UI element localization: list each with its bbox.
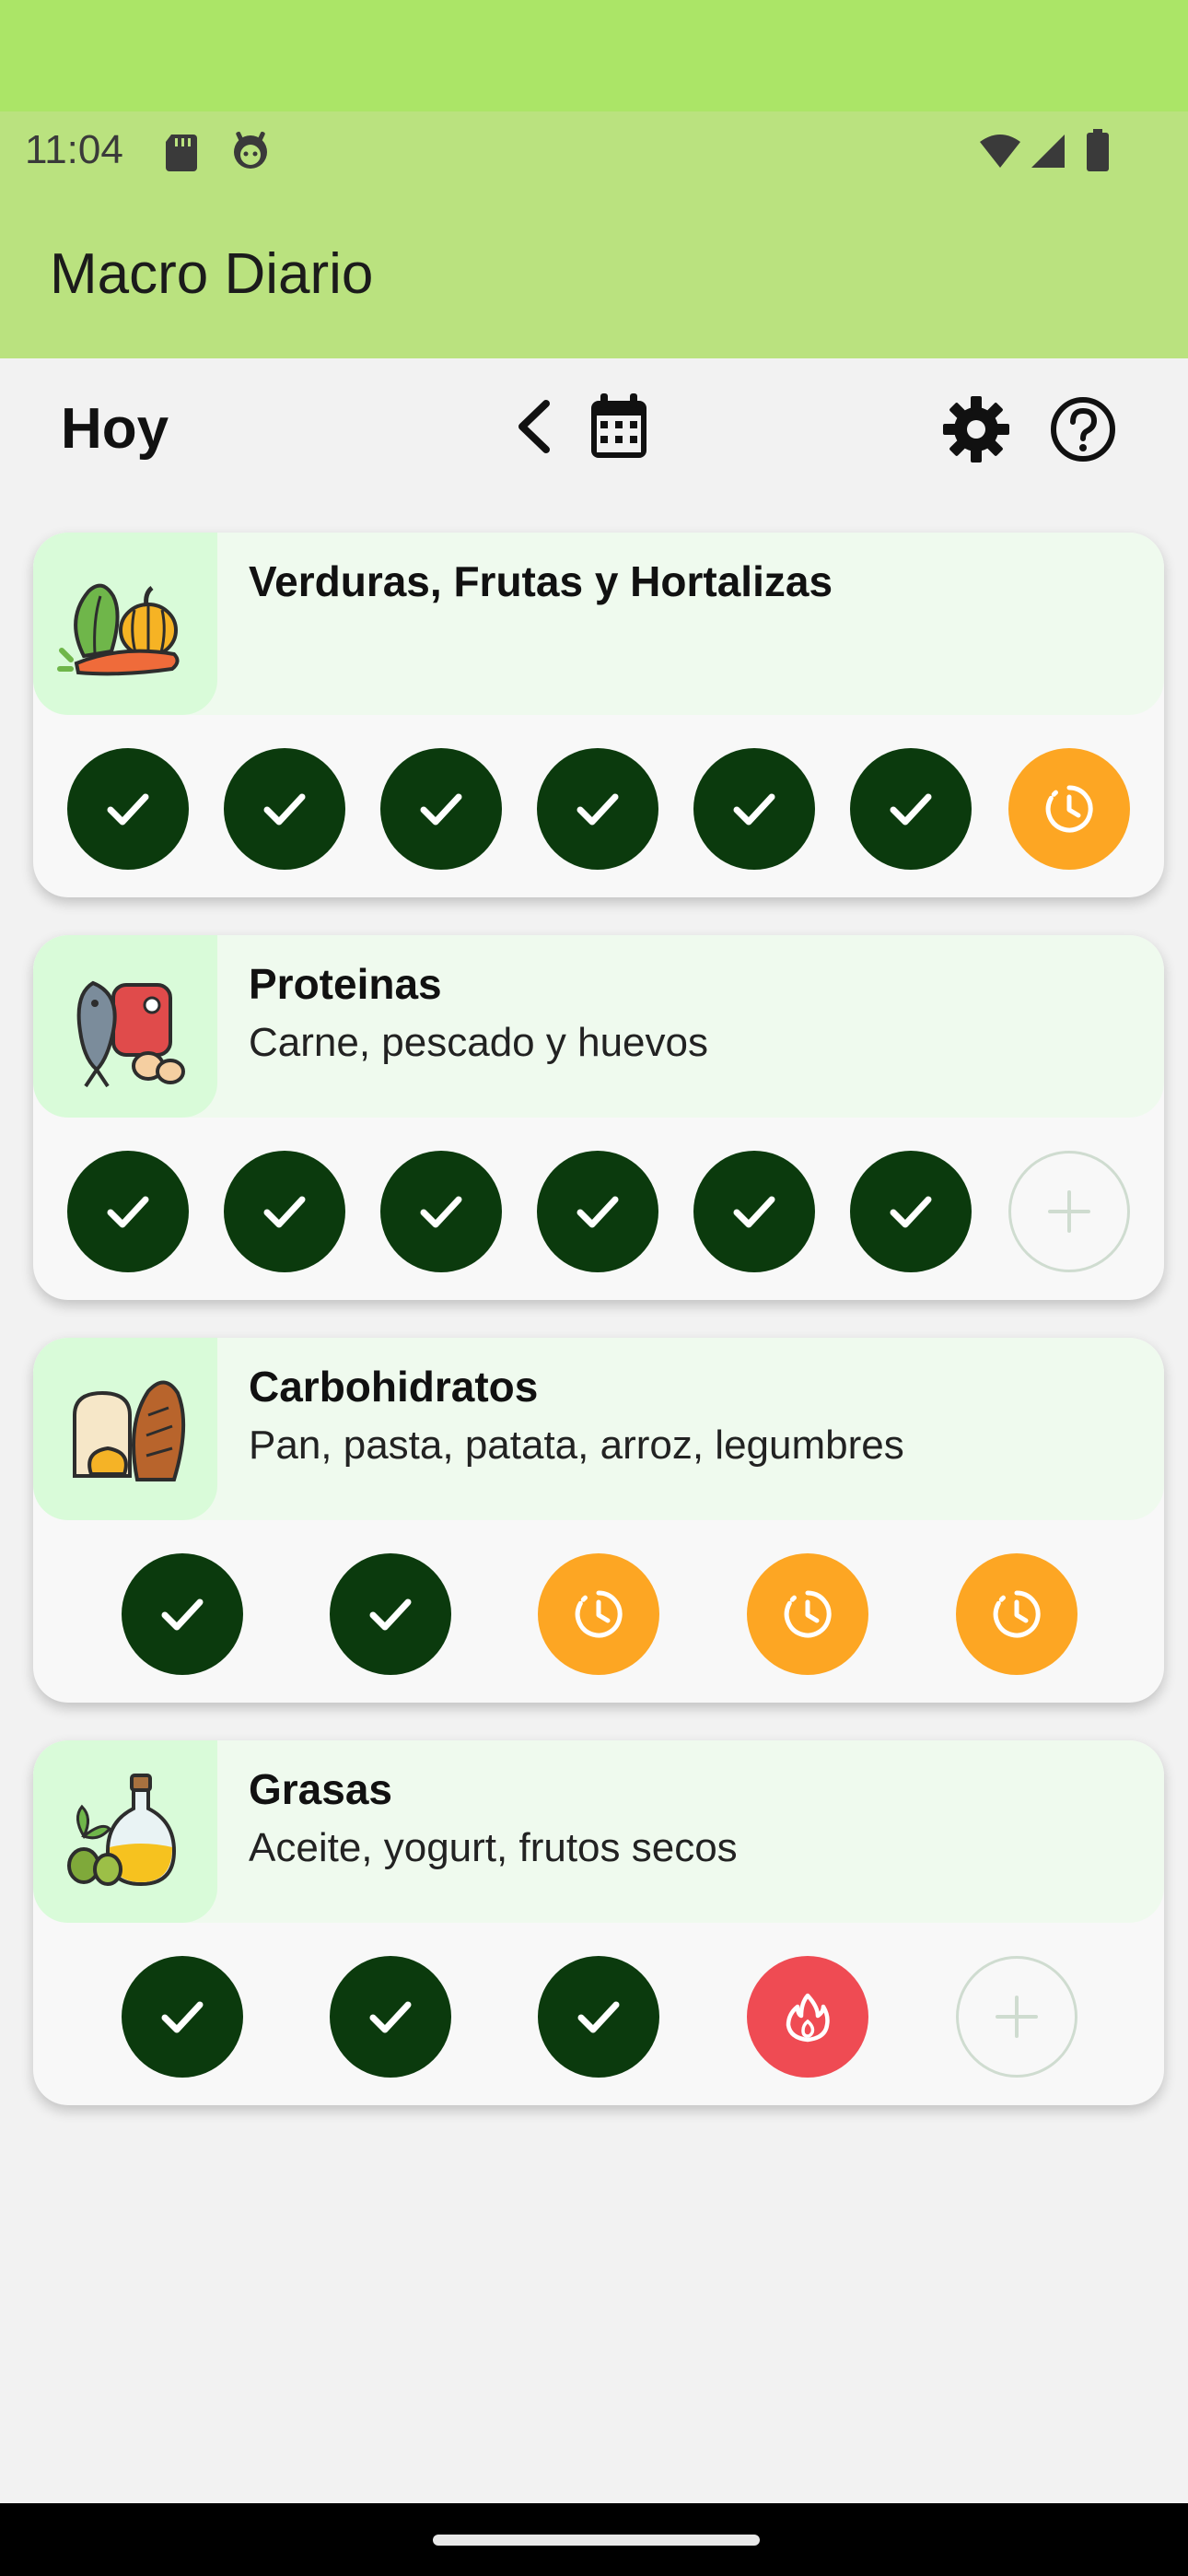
- category-card-vegetables[interactable]: Verduras, Frutas y Hortalizas: [33, 533, 1164, 897]
- portion-done-button[interactable]: [122, 1956, 243, 2078]
- sd-card-icon: [166, 135, 197, 171]
- check-icon: [369, 2001, 412, 2033]
- portion-done-button[interactable]: [538, 1956, 659, 2078]
- portion-done-button[interactable]: [850, 748, 972, 870]
- portion-pending-button[interactable]: [538, 1553, 659, 1675]
- card-title: Carbohidratos: [249, 1363, 539, 1411]
- oil-icon: [67, 1774, 177, 1887]
- check-icon: [577, 2001, 620, 2033]
- gear-icon[interactable]: [941, 394, 1011, 464]
- check-icon: [369, 1598, 412, 1631]
- add-portion-button[interactable]: [1008, 1151, 1130, 1272]
- portion-done-button[interactable]: [330, 1553, 451, 1675]
- status-time: 11:04: [25, 127, 123, 172]
- check-icon: [577, 793, 619, 825]
- card-image: [33, 1338, 217, 1520]
- check-icon: [161, 1598, 204, 1631]
- portion-done-button[interactable]: [330, 1956, 451, 2078]
- check-icon: [107, 793, 149, 825]
- card-title: Verduras, Frutas y Hortalizas: [249, 557, 833, 605]
- portion-done-button[interactable]: [224, 748, 345, 870]
- portion-done-button[interactable]: [380, 1151, 502, 1272]
- card-title: Proteinas: [249, 960, 442, 1008]
- clock-history-icon: [1045, 785, 1093, 833]
- portion-done-button[interactable]: [122, 1553, 243, 1675]
- bread-icon: [73, 1380, 186, 1481]
- portion-exceeded-button[interactable]: [747, 1956, 868, 2078]
- clock-history-icon: [575, 1590, 623, 1638]
- portion-done-button[interactable]: [693, 1151, 815, 1272]
- check-icon: [733, 793, 775, 825]
- card-image: [33, 533, 217, 715]
- protein-icon: [76, 980, 185, 1088]
- check-icon: [263, 793, 306, 825]
- app-title: Macro Diario: [50, 242, 374, 306]
- top-strip: [0, 0, 1188, 111]
- day-title: Hoy: [61, 397, 169, 461]
- check-icon: [420, 793, 462, 825]
- check-icon: [263, 1196, 306, 1228]
- robot-icon: [234, 131, 267, 169]
- category-card-fats[interactable]: Grasas Aceite, yogurt, frutos secos: [33, 1740, 1164, 2105]
- card-subtitle: Pan, pasta, patata, arroz, legumbres: [249, 1423, 904, 1468]
- signal-icon: [1031, 135, 1065, 168]
- battery-icon: [1087, 129, 1109, 171]
- check-icon: [420, 1196, 462, 1228]
- clock-history-icon: [993, 1590, 1041, 1638]
- category-card-proteins[interactable]: Proteinas Carne, pescado y huevos: [33, 935, 1164, 1300]
- portion-done-button[interactable]: [224, 1151, 345, 1272]
- add-portion-button[interactable]: [956, 1956, 1077, 2078]
- check-icon: [577, 1196, 619, 1228]
- plus-icon: [1048, 1190, 1090, 1233]
- help-icon[interactable]: [1048, 394, 1118, 464]
- home-gesture-handle[interactable]: [433, 2535, 760, 2546]
- portion-done-button[interactable]: [67, 1151, 189, 1272]
- check-icon: [107, 1196, 149, 1228]
- portion-done-button[interactable]: [850, 1151, 972, 1272]
- portion-done-button[interactable]: [693, 748, 815, 870]
- portion-pending-button[interactable]: [956, 1553, 1077, 1675]
- check-icon: [890, 1196, 932, 1228]
- clock-history-icon: [784, 1590, 832, 1638]
- calendar-icon[interactable]: [588, 392, 650, 462]
- fire-icon: [786, 1993, 830, 2043]
- portion-done-button[interactable]: [537, 1151, 658, 1272]
- chevron-left-icon[interactable]: [511, 398, 557, 455]
- portion-done-button[interactable]: [380, 748, 502, 870]
- portion-pending-button[interactable]: [747, 1553, 868, 1675]
- check-icon: [890, 793, 932, 825]
- plus-icon: [996, 1996, 1038, 2038]
- category-card-carbohydrates[interactable]: Carbohidratos Pan, pasta, patata, arroz,…: [33, 1338, 1164, 1703]
- card-title: Grasas: [249, 1765, 393, 1813]
- vegetables-icon: [57, 583, 180, 676]
- card-subtitle: Aceite, yogurt, frutos secos: [249, 1825, 738, 1870]
- card-subtitle: Carne, pescado y huevos: [249, 1020, 708, 1065]
- portion-pending-button[interactable]: [1008, 748, 1130, 870]
- check-icon: [733, 1196, 775, 1228]
- card-image: [33, 1740, 217, 1923]
- wifi-icon: [980, 135, 1020, 168]
- card-image: [33, 935, 217, 1118]
- portion-done-button[interactable]: [67, 748, 189, 870]
- check-icon: [161, 2001, 204, 2033]
- portion-done-button[interactable]: [537, 748, 658, 870]
